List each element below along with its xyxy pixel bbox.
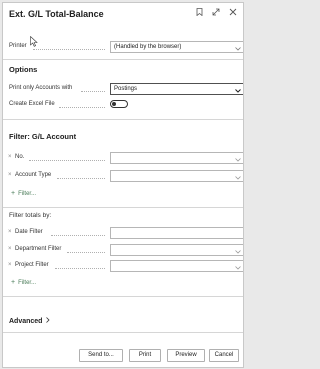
chevron-down-icon xyxy=(235,87,241,94)
filter-no-input[interactable] xyxy=(110,152,243,164)
leader-dots xyxy=(59,107,105,108)
filter-row-date: × Date Filter xyxy=(3,227,243,241)
chevron-down-icon xyxy=(235,264,241,271)
remove-filter-icon[interactable]: × xyxy=(8,172,12,178)
create-excel-row: Create Excel File xyxy=(3,99,243,113)
divider xyxy=(3,296,243,297)
chevron-right-icon xyxy=(46,317,50,325)
leader-dots xyxy=(51,235,105,236)
leader-dots xyxy=(33,49,105,50)
printer-label: Printer xyxy=(9,43,27,49)
filter-label: Department Filter xyxy=(15,246,62,252)
plus-icon: + xyxy=(11,279,16,286)
print-only-select[interactable]: Postings xyxy=(110,83,243,95)
expand-icon[interactable] xyxy=(212,8,220,16)
filter-label: Account Type xyxy=(15,172,52,178)
project-filter-input[interactable] xyxy=(110,260,243,272)
filter-label: Project Filter xyxy=(15,262,49,268)
leader-dots xyxy=(29,160,105,161)
create-excel-label: Create Excel File xyxy=(9,101,55,107)
chevron-down-icon xyxy=(235,174,241,181)
filter-row-no: × No. xyxy=(3,152,243,166)
cancel-button[interactable]: Cancel xyxy=(209,349,239,362)
toggle-knob xyxy=(112,102,116,106)
printer-row: Printer (Handled by the browser) xyxy=(3,41,243,55)
print-only-row: Print only Accounts with Postings xyxy=(3,83,243,97)
filter-account-type-input[interactable] xyxy=(110,170,243,182)
leader-dots xyxy=(81,91,105,92)
preview-button[interactable]: Preview xyxy=(167,349,205,362)
divider xyxy=(3,59,243,60)
options-heading: Options xyxy=(9,65,38,74)
create-excel-toggle[interactable] xyxy=(110,100,128,108)
plus-icon: + xyxy=(11,190,16,197)
chevron-down-icon xyxy=(235,156,241,163)
advanced-toggle[interactable]: Advanced xyxy=(9,317,50,325)
add-filter-link[interactable]: + Filter... xyxy=(11,190,36,197)
department-filter-input[interactable] xyxy=(110,244,243,256)
printer-value: (Handled by the browser) xyxy=(114,44,182,50)
add-filter-label: Filter... xyxy=(18,191,37,197)
close-icon[interactable] xyxy=(229,8,237,16)
printer-select[interactable]: (Handled by the browser) xyxy=(110,41,243,53)
filter-row-department: × Department Filter xyxy=(3,244,243,258)
print-only-label: Print only Accounts with xyxy=(9,85,73,91)
date-filter-input[interactable] xyxy=(110,227,243,239)
remove-filter-icon[interactable]: × xyxy=(8,246,12,252)
filter-row-account-type: × Account Type xyxy=(3,170,243,184)
add-filter-label: Filter... xyxy=(18,280,37,286)
window-controls xyxy=(196,8,237,16)
bookmark-icon[interactable] xyxy=(196,8,203,16)
filter-gl-heading: Filter: G/L Account xyxy=(9,132,77,141)
remove-filter-icon[interactable]: × xyxy=(8,262,12,268)
filter-label: Date Filter xyxy=(15,229,43,235)
divider xyxy=(3,332,243,333)
print-only-value: Postings xyxy=(114,86,138,92)
print-button[interactable]: Print xyxy=(129,349,161,362)
chevron-down-icon xyxy=(235,248,241,255)
filter-totals-heading: Filter totals by: xyxy=(9,212,52,219)
divider xyxy=(3,119,243,120)
remove-filter-icon[interactable]: × xyxy=(8,229,12,235)
send-to-button[interactable]: Send to... xyxy=(79,349,123,362)
remove-filter-icon[interactable]: × xyxy=(8,154,12,160)
advanced-label: Advanced xyxy=(9,317,43,325)
divider xyxy=(3,207,243,208)
leader-dots xyxy=(57,178,105,179)
leader-dots xyxy=(67,252,105,253)
filter-row-project: × Project Filter xyxy=(3,260,243,274)
add-filter-link[interactable]: + Filter... xyxy=(11,279,36,286)
filter-label: No. xyxy=(15,154,25,160)
report-request-dialog: Ext. G/L Total-Balance Printer (Handled … xyxy=(2,2,244,368)
dialog-title: Ext. G/L Total-Balance xyxy=(9,9,104,19)
chevron-down-icon xyxy=(235,45,241,52)
leader-dots xyxy=(55,268,105,269)
